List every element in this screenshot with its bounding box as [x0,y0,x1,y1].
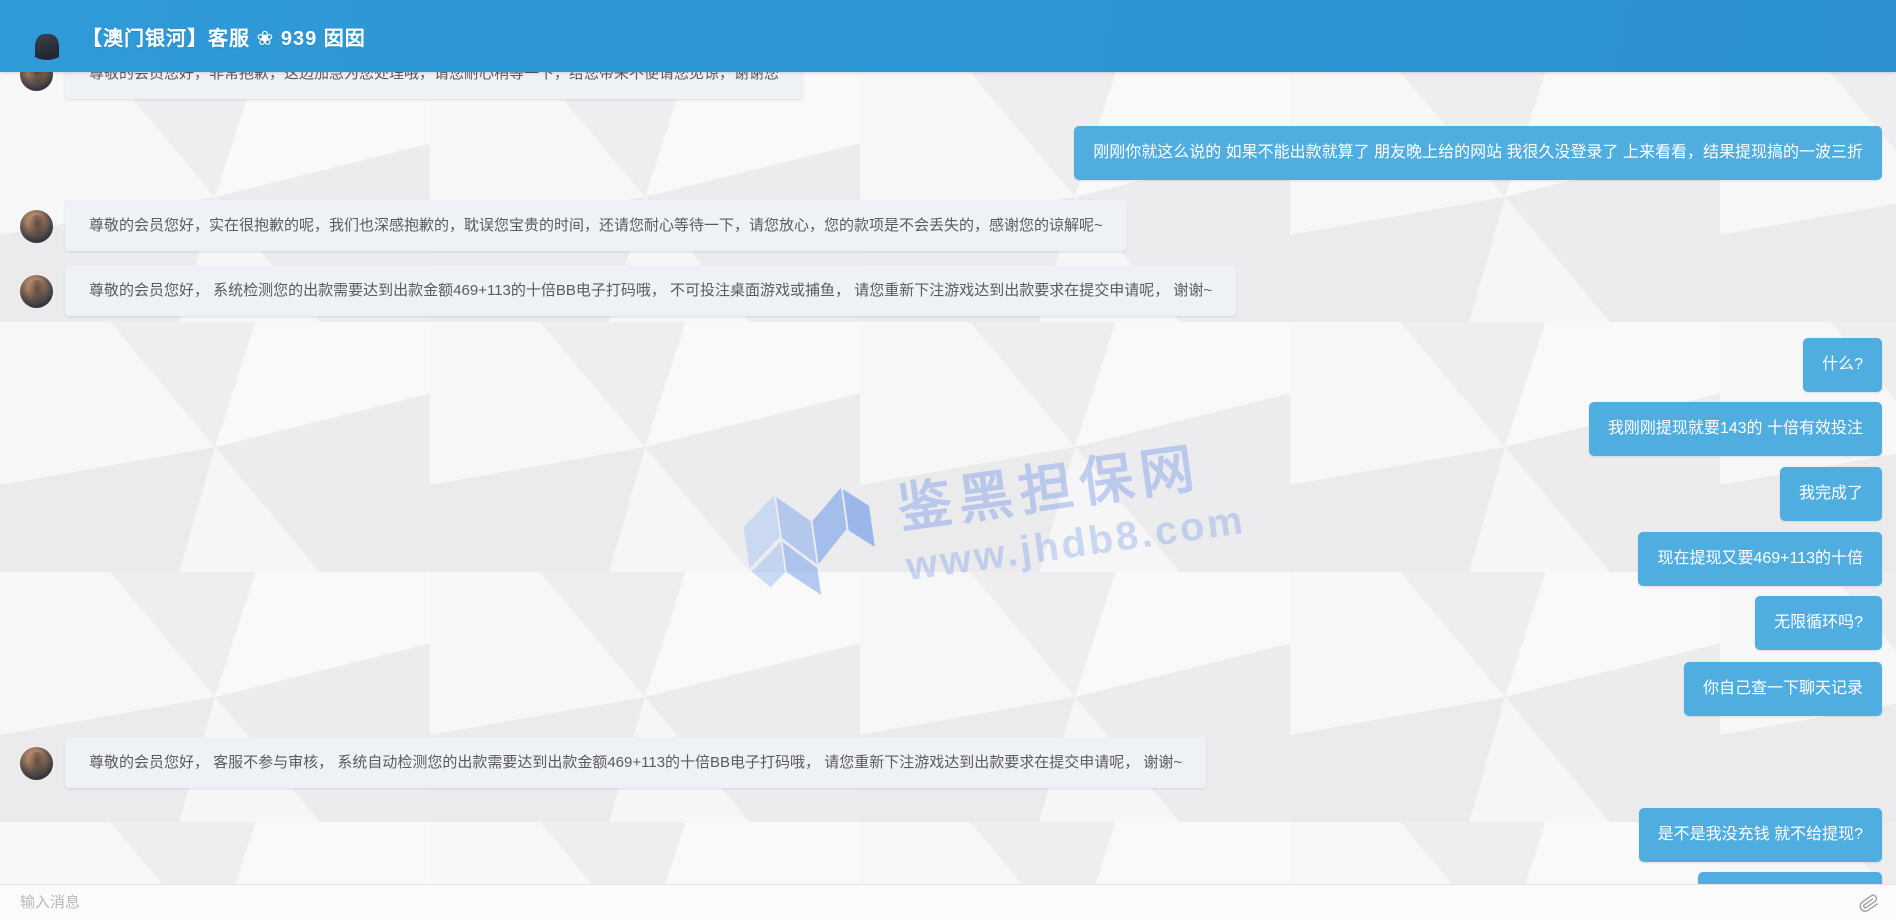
agent-profile-avatar [22,10,72,60]
agent-message-bubble: 尊敬的会员您好，实在很抱歉的呢，我们也深感抱歉的，耽误您宝贵的时间，还请您耐心等… [65,200,1127,251]
agent-message-bubble: 尊敬的会员您好， 系统检测您的出款需要达到出款金额469+113的十倍BB电子打… [65,265,1236,316]
message-row: 尊敬的会员您好，实在很抱歉的呢，我们也深感抱歉的，耽误您宝贵的时间，还请您耐心等… [0,200,1896,251]
message-row: 尊敬的会员您好， 系统检测您的出款需要达到出款金额469+113的十倍BB电子打… [0,265,1896,316]
watermark-text: 鉴黑担保网 www.jhdb8.com [892,418,1248,590]
paperclip-icon [1856,890,1881,915]
attach-file-button[interactable] [1856,890,1882,916]
user-message-bubble: 是不是我没充钱 就不给提现? [1639,808,1882,862]
chat-header: 【澳门银河】客服 ❀ 939 囡囡 [0,0,1896,72]
user-message-bubble: 我刚刚提现就要143的 十倍有效投注 [1589,402,1882,456]
agent-avatar [20,72,53,91]
agent-message-bubble: 尊敬的会员您好，非常抱歉，这边加急为您处理哦，请您耐心稍等一下，给您带来不便请您… [65,72,803,99]
agent-avatar [20,747,53,780]
agent-avatar [20,275,53,308]
user-message-bubble: 现在提现又要469+113的十倍 [1638,532,1882,586]
jhdb8-logo-icon [736,473,883,608]
message-row: 尊敬的会员您好， 客服不参与审核， 系统自动检测您的出款需要达到出款金额469+… [0,737,1896,788]
watermark: 鉴黑担保网 www.jhdb8.com [736,418,1249,612]
message-input[interactable] [18,893,1856,912]
chat-title: 【澳门银河】客服 ❀ 939 囡囡 [82,22,366,51]
user-message-bubble: 你自己查一下聊天记录 [1684,662,1882,716]
user-message-bubble: 我完成了 [1780,467,1882,521]
user-message-bubble: 什么? [1803,338,1882,392]
user-message-bubble: 无限循环吗? [1755,596,1882,650]
message-row: 尊敬的会员您好，非常抱歉，这边加急为您处理哦，请您耐心稍等一下，给您带来不便请您… [0,72,1896,99]
message-composer [0,884,1896,920]
agent-avatar [20,210,53,243]
agent-message-bubble: 尊敬的会员您好， 客服不参与审核， 系统自动检测您的出款需要达到出款金额469+… [65,737,1206,788]
watermark-site-name: 鉴黑担保网 [892,418,1242,544]
user-message-bubble: 刚刚你就这么说的 如果不能出款就算了 朋友晚上给的网站 我很久没登录了 上来看看… [1074,126,1882,180]
watermark-site-url: www.jhdb8.com [903,498,1248,590]
chat-message-area[interactable]: 鉴黑担保网 www.jhdb8.com 尊敬的会员您好，非常抱歉，这边加急为您处… [0,72,1896,885]
